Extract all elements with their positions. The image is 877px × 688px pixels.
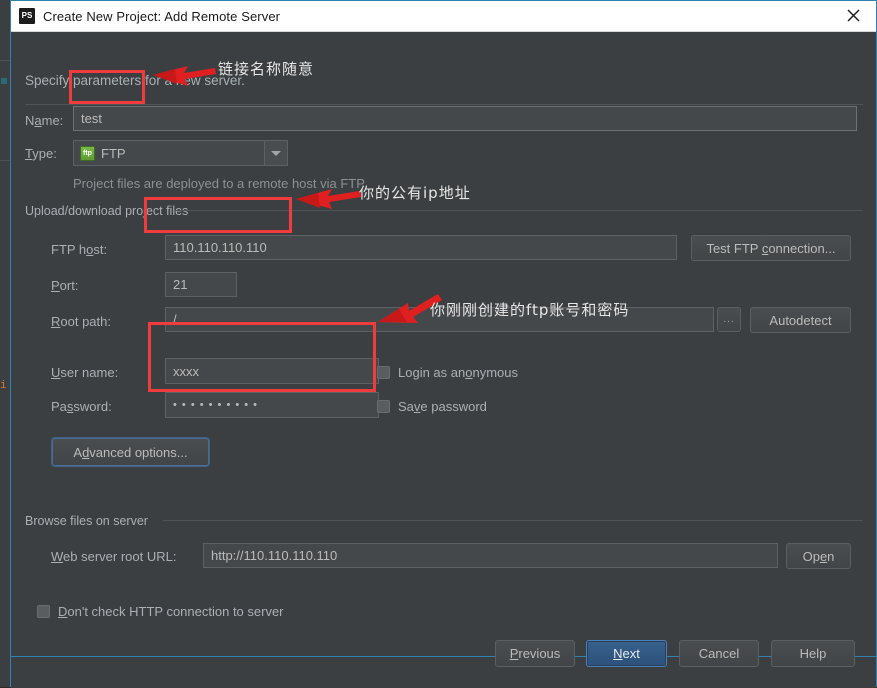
next-button[interactable]: Next	[586, 640, 667, 667]
upload-group-title: Upload/download project files	[25, 204, 189, 218]
advanced-options-button[interactable]: Advanced options...	[52, 438, 209, 466]
name-section-separator	[25, 104, 863, 105]
type-hint: Project files are deployed to a remote h…	[73, 176, 365, 191]
open-label: Open	[802, 548, 835, 564]
type-label: Type:	[25, 146, 57, 161]
web-server-root-url-label: Web server root URL:	[51, 549, 177, 564]
ftp-icon: ftp	[80, 145, 95, 161]
browse-group-title: Browse files on server	[25, 514, 148, 528]
save-password-checkbox[interactable]: Save password	[377, 399, 487, 414]
login-as-anonymous-checkbox[interactable]: Login as anonymous	[377, 365, 518, 380]
chevron-down-icon[interactable]	[264, 141, 287, 165]
cancel-button[interactable]: Cancel	[679, 640, 759, 667]
autodetect-button[interactable]: Autodetect	[750, 307, 851, 333]
port-input[interactable]: 21	[165, 272, 237, 297]
checkbox-box	[377, 366, 390, 379]
help-button[interactable]: Help	[771, 640, 855, 667]
advanced-options-label: Advanced options...	[73, 444, 188, 460]
add-remote-server-dialog: PS Create New Project: Add Remote Server…	[10, 0, 877, 688]
password-input[interactable]: • • • • • • • • • •	[165, 392, 379, 418]
previous-button[interactable]: Previous	[495, 640, 575, 667]
test-ftp-connection-button[interactable]: Test FTP connection...	[691, 235, 851, 261]
checkbox-box	[37, 605, 50, 618]
root-path-browse-button[interactable]: ...	[717, 307, 741, 332]
web-server-root-url-input[interactable]: http://110.110.110.110	[203, 543, 778, 568]
type-combobox-value-wrap: ftp FTP	[74, 145, 264, 161]
dialog-title: Create New Project: Add Remote Server	[43, 8, 281, 24]
phpstorm-ps-icon: PS	[19, 8, 35, 24]
save-password-label: Save password	[398, 399, 487, 414]
type-combobox[interactable]: ftp FTP	[73, 140, 288, 166]
checkbox-box	[377, 400, 390, 413]
dialog-body: Specify parameters for a new server. Nam…	[11, 32, 876, 688]
ide-gutter-glyph: i	[0, 380, 7, 392]
dont-check-http-label: Don't check HTTP connection to server	[58, 604, 284, 619]
dialog-subtitle: Specify parameters for a new server.	[25, 73, 245, 88]
previous-label: Previous	[509, 646, 561, 661]
dont-check-http-checkbox[interactable]: Don't check HTTP connection to server	[37, 604, 284, 619]
upload-group-separator	[175, 210, 863, 211]
browse-group-separator	[163, 520, 863, 521]
ide-gutter-marker	[1, 78, 7, 84]
name-input[interactable]: test	[73, 106, 857, 131]
type-combobox-value: FTP	[101, 145, 126, 161]
port-label: Port:	[51, 278, 79, 293]
open-button[interactable]: Open	[786, 543, 851, 569]
next-label: Next	[613, 646, 640, 661]
ftp-host-input[interactable]: 110.110.110.110	[165, 235, 677, 260]
ftp-host-label: FTP host:	[51, 242, 108, 257]
login-as-anonymous-label: Login as anonymous	[398, 365, 518, 380]
user-name-label: User name:	[51, 365, 119, 380]
root-path-input[interactable]: /	[165, 307, 714, 332]
close-icon[interactable]	[830, 1, 876, 30]
test-ftp-connection-label: Test FTP connection...	[706, 240, 836, 256]
root-path-label: Root path:	[51, 314, 111, 329]
password-label: Password:	[51, 399, 112, 414]
ide-background-strip: i	[0, 0, 10, 687]
name-label: Name:	[25, 113, 64, 128]
dialog-titlebar: PS Create New Project: Add Remote Server	[11, 1, 876, 32]
user-name-input[interactable]: xxxx	[165, 358, 379, 384]
